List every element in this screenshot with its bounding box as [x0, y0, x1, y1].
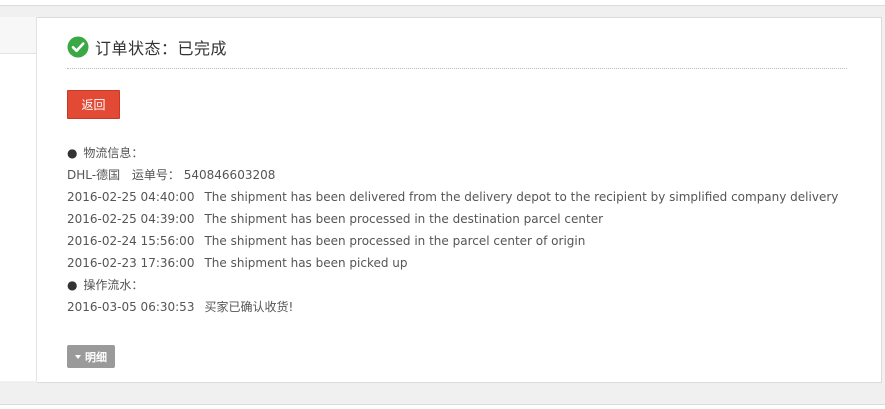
- top-panel-edge: [0, 0, 885, 6]
- triangle-down-icon: [75, 354, 81, 359]
- logistics-event: 2016-02-25 04:39:00 The shipment has been…: [67, 208, 847, 230]
- event-time: 2016-02-23 17:36:00: [67, 256, 195, 270]
- event-desc: The shipment has been processed in the d…: [204, 212, 604, 226]
- event-desc: The shipment has been delivered from the…: [204, 190, 839, 204]
- order-status-title: 订单状态：已完成: [95, 39, 228, 58]
- order-status-row: 订单状态：已完成: [67, 34, 227, 60]
- left-sidebar-tab[interactable]: [0, 17, 36, 54]
- tracking-number: 540846603208: [183, 168, 276, 182]
- event-desc: The shipment has been picked up: [204, 256, 408, 270]
- operations-heading: ● 操作流水：: [67, 274, 847, 296]
- back-button[interactable]: 返回: [67, 90, 120, 119]
- event-time: 2016-02-24 15:56:00: [67, 234, 195, 248]
- operation-desc: 买家已确认收货!: [204, 300, 294, 314]
- event-time: 2016-02-25 04:40:00: [67, 190, 195, 204]
- operations-heading-label: 操作流水：: [83, 278, 144, 292]
- detail-toggle-label: 明细: [85, 350, 107, 364]
- operation-time: 2016-03-05 06:30:53: [67, 300, 195, 314]
- carrier-row: DHL-德国 运单号： 540846603208: [67, 164, 847, 186]
- bottom-panel-edge: [0, 404, 885, 409]
- status-divider: [67, 68, 847, 69]
- tracking-label: 运单号：: [131, 168, 180, 182]
- logistics-event: 2016-02-23 17:36:00 The shipment has been…: [67, 252, 847, 274]
- order-detail-card: 订单状态：已完成 返回 ● 物流信息： DHL-德国 运单号： 54084660…: [37, 17, 882, 383]
- carrier-name: DHL-德国: [67, 168, 121, 182]
- left-sidebar-panel: [0, 17, 37, 381]
- detail-toggle-button[interactable]: 明细: [67, 345, 115, 368]
- check-circle-icon: [67, 36, 89, 58]
- bullet-icon: ●: [67, 146, 78, 160]
- logistics-heading-label: 物流信息：: [83, 146, 144, 160]
- order-info-content: ● 物流信息： DHL-德国 运单号： 540846603208 2016-02…: [67, 142, 847, 318]
- event-desc: The shipment has been processed in the p…: [204, 234, 586, 248]
- event-time: 2016-02-25 04:39:00: [67, 212, 195, 226]
- operation-entry: 2016-03-05 06:30:53 买家已确认收货!: [67, 296, 847, 318]
- logistics-event: 2016-02-25 04:40:00 The shipment has been…: [67, 186, 847, 208]
- logistics-heading: ● 物流信息：: [67, 142, 847, 164]
- bullet-icon: ●: [67, 278, 78, 292]
- logistics-event: 2016-02-24 15:56:00 The shipment has been…: [67, 230, 847, 252]
